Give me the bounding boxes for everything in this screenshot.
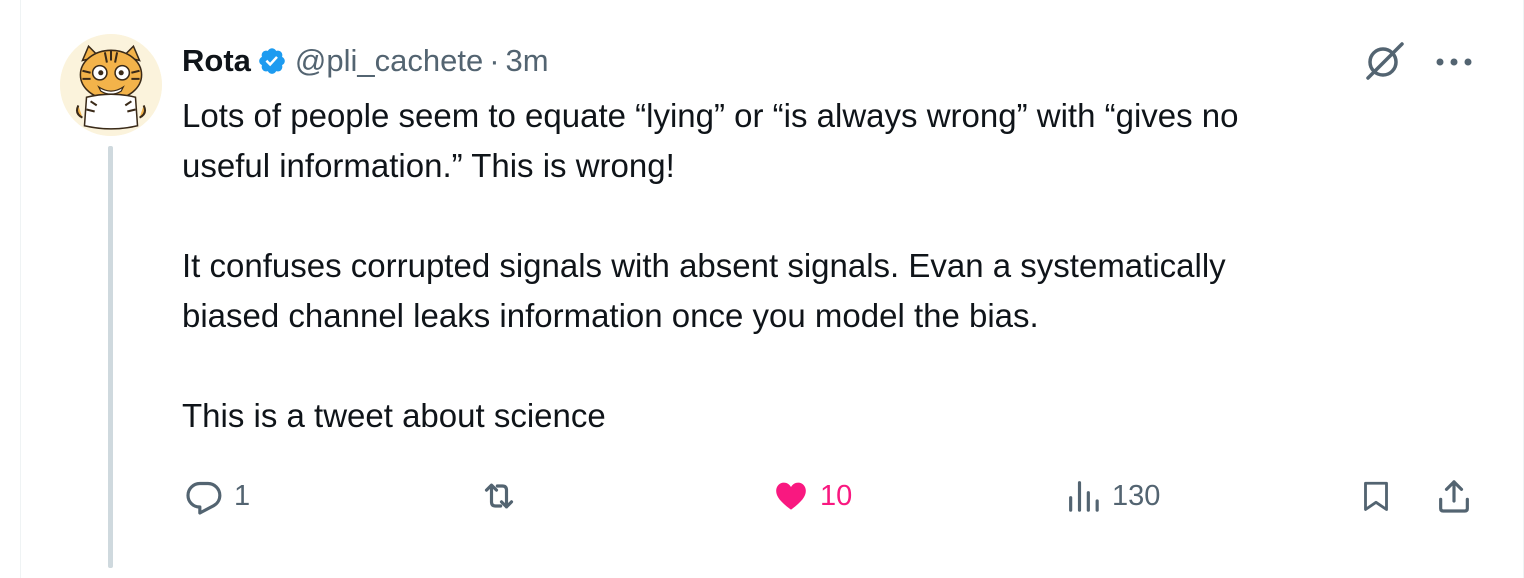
like-count: 10	[820, 479, 853, 512]
avatar[interactable]	[60, 34, 162, 136]
views-count: 130	[1112, 479, 1161, 512]
views-button[interactable]: 130	[1064, 472, 1160, 520]
like-button[interactable]: 10	[770, 472, 852, 520]
tweet-paragraph-2: It confuses corrupted signals with absen…	[182, 241, 1452, 341]
text-line: This is a tweet about science	[182, 397, 606, 434]
text-line: Lots of people seem to equate “lying” or…	[182, 97, 1239, 134]
tweet-paragraph-3: This is a tweet about science	[182, 391, 1452, 441]
retweet-icon	[484, 483, 514, 509]
verified-badge-icon[interactable]	[257, 46, 287, 76]
reply-count: 1	[234, 479, 251, 512]
grok-icon[interactable]	[1362, 38, 1408, 84]
more-icon[interactable]	[1432, 44, 1476, 80]
tweet-time[interactable]: 3m	[506, 43, 549, 79]
share-button[interactable]	[1434, 472, 1474, 520]
like-icon	[776, 482, 806, 510]
views-icon	[1069, 481, 1099, 512]
action-bar: 1 10 130	[0, 472, 1524, 520]
text-line: useful information.” This is wrong!	[182, 147, 675, 184]
retweet-button[interactable]	[474, 472, 532, 520]
tiger-avatar-icon	[60, 34, 162, 136]
bookmark-button[interactable]	[1358, 472, 1394, 520]
tweet-paragraph-1: Lots of people seem to equate “lying” or…	[182, 91, 1452, 191]
text-line: It confuses corrupted signals with absen…	[182, 247, 1226, 284]
reply-icon	[186, 481, 222, 515]
bookmark-icon	[1364, 481, 1388, 511]
text-line: biased channel leaks information once yo…	[182, 297, 1039, 334]
author-handle[interactable]: @pli_cachete	[295, 43, 483, 79]
separator-dot: ·	[489, 43, 500, 78]
tweet-text: Lots of people seem to equate “lying” or…	[182, 91, 1452, 441]
author-name[interactable]: Rota	[182, 43, 251, 79]
reply-button[interactable]: 1	[182, 472, 250, 520]
tweet-header: Rota @pli_cachete · 3m	[182, 40, 549, 82]
share-icon	[1439, 480, 1469, 513]
